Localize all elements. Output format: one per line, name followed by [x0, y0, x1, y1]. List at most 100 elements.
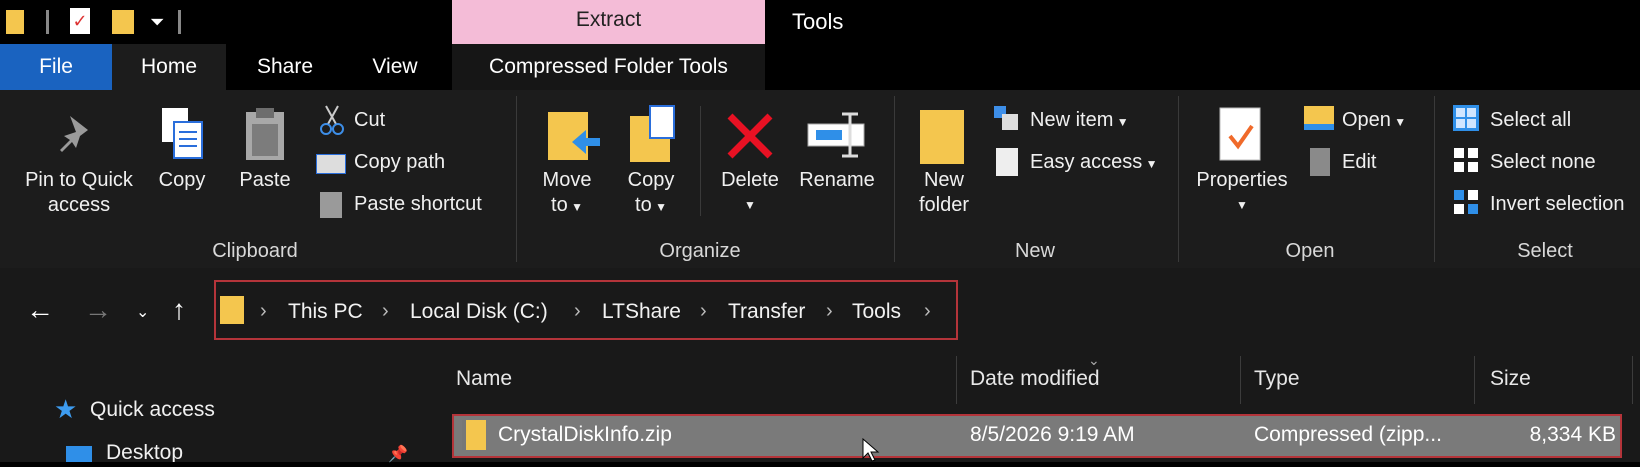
- breadcrumb-chevron-icon[interactable]: ›: [700, 300, 707, 323]
- column-divider[interactable]: [1474, 356, 1475, 404]
- paste-icon: [244, 106, 286, 162]
- recent-locations-chevron-icon[interactable]: ⌄: [136, 302, 149, 322]
- breadcrumb-tools[interactable]: Tools: [852, 300, 901, 324]
- breadcrumb-local-disk[interactable]: Local Disk (C:): [410, 300, 548, 324]
- customize-qat-icon[interactable]: ⏷: [150, 12, 164, 33]
- rename-button[interactable]: Rename: [792, 168, 882, 193]
- group-label-open: Open: [1285, 240, 1335, 262]
- group-divider: [1434, 96, 1435, 262]
- copy-button[interactable]: Copy: [150, 168, 214, 193]
- group-label-new: New: [1014, 240, 1055, 262]
- copy-to-button[interactable]: Copy to ▼: [616, 168, 686, 220]
- chevron-down-icon: ▼: [651, 200, 667, 214]
- folder-icon[interactable]: [6, 10, 24, 34]
- column-divider[interactable]: [1632, 356, 1633, 404]
- tab-share[interactable]: Share: [230, 44, 340, 90]
- column-divider[interactable]: [1240, 356, 1241, 404]
- new-folder-icon[interactable]: [112, 10, 134, 34]
- divider: [700, 106, 701, 216]
- column-header-name[interactable]: Name: [456, 367, 512, 391]
- new-folder-icon: [920, 110, 964, 164]
- move-to-label-1: Move: [542, 169, 592, 191]
- pin-to-quick-access-button[interactable]: Pin to Quick access: [12, 168, 146, 218]
- new-folder-label-2: folder: [918, 194, 970, 216]
- breadcrumb-ltshare[interactable]: LTShare: [602, 300, 681, 324]
- open-button[interactable]: Open ▼: [1342, 107, 1406, 135]
- select-all-icon: [1452, 104, 1480, 132]
- divider: [178, 10, 181, 34]
- cut-button[interactable]: Cut: [354, 107, 385, 133]
- copy-to-icon: [628, 104, 678, 164]
- mouse-cursor-icon: [862, 437, 880, 462]
- properties-button[interactable]: Properties ▼: [1188, 168, 1296, 218]
- move-to-label-2: to: [551, 194, 568, 216]
- easy-access-icon: [996, 148, 1018, 176]
- delete-button[interactable]: Delete ▼: [712, 168, 788, 218]
- group-label-organize: Organize: [659, 240, 741, 262]
- breadcrumb-chevron-icon[interactable]: ›: [382, 300, 389, 323]
- pin-icon: 📌: [388, 446, 408, 463]
- pin-icon: [58, 112, 94, 156]
- breadcrumb-transfer[interactable]: Transfer: [728, 300, 805, 324]
- up-arrow-icon[interactable]: ↑: [172, 294, 186, 326]
- chevron-down-icon: ▼: [1390, 115, 1407, 129]
- folder-icon: [220, 296, 244, 324]
- column-divider[interactable]: [956, 356, 957, 404]
- delete-icon: [724, 110, 776, 162]
- new-item-icon: [992, 104, 1020, 132]
- column-header-size[interactable]: Size: [1490, 367, 1531, 391]
- new-item-button[interactable]: New item ▼: [1030, 107, 1129, 135]
- easy-access-button[interactable]: Easy access ▼: [1030, 149, 1157, 177]
- select-none-icon: [1452, 146, 1480, 174]
- star-icon: ★: [54, 394, 78, 424]
- invert-selection-button[interactable]: Invert selection: [1490, 191, 1640, 217]
- open-label: Open: [1342, 109, 1391, 131]
- select-none-button[interactable]: Select none: [1490, 149, 1596, 175]
- breadcrumb-chevron-icon[interactable]: ›: [260, 300, 267, 323]
- paste-shortcut-button[interactable]: Paste shortcut: [354, 191, 482, 217]
- file-date: 8/5/2026 9:19 AM: [970, 423, 1135, 446]
- nav-desktop[interactable]: Desktop: [106, 444, 183, 462]
- new-folder-label-1: New: [923, 169, 964, 191]
- breadcrumb-chevron-icon[interactable]: ›: [924, 300, 931, 323]
- tab-compressed-folder-tools[interactable]: Compressed Folder Tools: [452, 44, 765, 90]
- nav-quick-access[interactable]: Quick access: [90, 398, 215, 422]
- divider: [46, 10, 49, 34]
- copy-to-label-1: Copy: [627, 169, 675, 191]
- properties-icon: [1218, 106, 1264, 164]
- tab-file[interactable]: File: [0, 44, 112, 90]
- file-name[interactable]: CrystalDiskInfo.zip: [498, 423, 672, 447]
- breadcrumb-this-pc[interactable]: This PC: [288, 300, 363, 324]
- copy-path-button[interactable]: Copy path: [354, 149, 445, 175]
- chevron-down-icon: ▼: [744, 198, 756, 212]
- move-to-button[interactable]: Move to ▼: [532, 168, 602, 220]
- zip-folder-icon: [462, 420, 486, 450]
- open-icon: [1304, 106, 1334, 130]
- edit-button[interactable]: Edit: [1342, 149, 1376, 175]
- file-size: 8,334 KB: [1529, 423, 1616, 446]
- delete-label: Delete: [721, 169, 779, 191]
- chevron-down-icon: ▼: [1142, 157, 1158, 171]
- file-type: Compressed (zipp...: [1254, 423, 1442, 446]
- move-to-icon: [546, 108, 602, 164]
- copy-icon: [160, 106, 206, 162]
- tab-home[interactable]: Home: [112, 44, 226, 90]
- tab-view[interactable]: View: [345, 44, 445, 90]
- copy-path-icon: [316, 154, 346, 174]
- properties-icon[interactable]: ✓: [70, 8, 90, 34]
- paste-button[interactable]: Paste: [230, 168, 300, 193]
- group-label-clipboard: Clipboard: [212, 240, 298, 262]
- breadcrumb-chevron-icon[interactable]: ›: [574, 300, 581, 323]
- back-arrow-icon[interactable]: ←: [26, 294, 54, 326]
- scissors-icon: [318, 104, 346, 136]
- rename-icon: [806, 110, 866, 160]
- column-header-type[interactable]: Type: [1254, 367, 1300, 391]
- forward-arrow-icon[interactable]: →: [84, 294, 112, 326]
- column-header-date[interactable]: Date modified: [970, 367, 1100, 391]
- breadcrumb-chevron-icon[interactable]: ›: [826, 300, 833, 323]
- new-folder-button[interactable]: New folder: [904, 168, 984, 218]
- desktop-icon: [66, 446, 92, 462]
- select-all-button[interactable]: Select all: [1490, 107, 1571, 133]
- paste-shortcut-icon: [320, 192, 342, 218]
- group-divider: [516, 96, 517, 262]
